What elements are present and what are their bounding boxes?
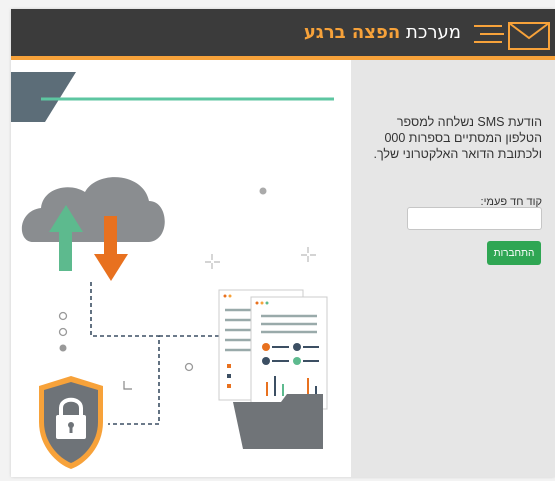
login-button[interactable]: התחברות (487, 241, 541, 265)
brand-name: הפצה ברגע (303, 22, 401, 43)
shield-lock-icon (39, 376, 103, 469)
brand-prefix: מערכת (405, 22, 461, 43)
sms-notice: הודעת SMS נשלחה למספר הטלפון המסתיים בספ… (373, 115, 542, 161)
app-window: מערכת הפצה ברגע הודעת SMS נשלחה למספר הט… (11, 9, 555, 477)
envelope-speed-icon (474, 22, 550, 50)
illustration (11, 64, 351, 477)
login-panel: הודעת SMS נשלחה למספר הטלפון המסתיים בספ… (351, 60, 555, 477)
otp-input[interactable] (407, 207, 542, 230)
cloud-upload-download-icon (21, 177, 165, 281)
brand-title: מערכת הפצה ברגע (304, 22, 461, 43)
connector-lines (90, 282, 221, 425)
header: מערכת הפצה ברגע (11, 9, 555, 60)
decor-shape (11, 72, 76, 122)
documents-folder-icon (218, 289, 328, 449)
